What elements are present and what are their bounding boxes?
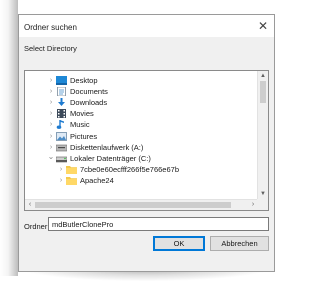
folder-tree-item[interactable]: › Desktop: [25, 75, 258, 86]
chevron-right-icon[interactable]: ›: [57, 164, 65, 175]
chevron-right-icon[interactable]: ›: [47, 131, 55, 142]
pictures-icon: [56, 131, 67, 141]
music-icon: [56, 120, 67, 130]
horizontal-scrollbar[interactable]: ‹ ›: [25, 199, 258, 210]
folder-tree-item[interactable]: ⌄ Lokaler Datenträger (C:): [25, 152, 258, 164]
browse-folder-dialog: Ordner suchen ✕ Select Directory › Deskto…: [18, 14, 275, 272]
scrollbar-corner: [257, 199, 268, 210]
folder-tree-item-label: Desktop: [70, 76, 98, 85]
chevron-down-icon[interactable]: ⌄: [47, 152, 55, 164]
chevron-right-icon[interactable]: ›: [47, 142, 55, 153]
cancel-button[interactable]: Abbrechen: [210, 236, 269, 251]
folder-tree-item-label: Downloads: [70, 98, 108, 108]
folder-tree-item[interactable]: › Documents: [25, 86, 258, 97]
folder-tree-item[interactable]: › Diskettenlaufwerk (A:): [25, 142, 258, 153]
folder-tree-item-label: 7cbe0e60ecfff266f5e766e67b: [80, 164, 179, 174]
folder-tree-item-label: Pictures: [70, 131, 98, 141]
folder-tree-item-label: Music: [70, 120, 90, 130]
dialog-description: Select Directory: [24, 44, 77, 53]
folder-icon: [66, 165, 77, 174]
horizontal-scroll-thumb[interactable]: [35, 202, 231, 208]
folder-tree-item[interactable]: › Music: [25, 119, 258, 130]
close-icon[interactable]: ✕: [256, 19, 270, 33]
folder-tree-item[interactable]: › Pictures: [25, 131, 258, 142]
downloads-icon: [56, 98, 67, 107]
folder-tree-item[interactable]: › 7cbe0e60ecfff266f5e766e67b: [25, 164, 258, 175]
folder-field-label: Ordner:: [24, 222, 50, 231]
movies-icon: [56, 109, 67, 119]
ok-button[interactable]: OK: [153, 236, 205, 251]
chevron-right-icon[interactable]: ›: [47, 97, 55, 108]
folder-tree-item[interactable]: › Apache24: [25, 175, 258, 186]
folder-tree-item-label: Documents: [70, 87, 108, 97]
vertical-scroll-thumb[interactable]: [260, 81, 266, 103]
chevron-right-icon[interactable]: ›: [57, 175, 65, 186]
floppy-drive-icon: [55, 143, 68, 152]
scroll-up-icon[interactable]: ▲: [258, 71, 268, 81]
folder-name-input[interactable]: [48, 217, 269, 231]
chevron-right-icon[interactable]: ›: [47, 86, 55, 97]
folder-tree-item[interactable]: › Movies: [25, 108, 258, 119]
scroll-down-icon[interactable]: ▼: [258, 189, 268, 199]
folder-tree-item-label: Apache24: [80, 175, 114, 185]
folder-tree-item-label: Movies: [70, 109, 94, 119]
folder-tree-item[interactable]: › Downloads: [25, 97, 258, 108]
folder-tree-item-label: Diskettenlaufwerk (A:): [70, 142, 144, 152]
documents-icon: [56, 86, 67, 97]
chevron-right-icon[interactable]: ›: [47, 75, 55, 86]
title-bar: Ordner suchen ✕: [19, 15, 274, 37]
hard-drive-icon: [55, 154, 68, 163]
vertical-scrollbar[interactable]: ▲ ▼: [257, 71, 268, 199]
page-shadow-left: [0, 0, 18, 276]
desktop-icon: [56, 76, 67, 85]
scroll-left-icon[interactable]: ‹: [25, 200, 35, 210]
folder-tree[interactable]: › Desktop › Documents › Downloads › Movies › Musi…: [24, 70, 269, 211]
folder-icon: [66, 176, 77, 185]
dialog-title: Ordner suchen: [24, 23, 77, 32]
chevron-right-icon[interactable]: ›: [47, 119, 55, 130]
folder-tree-item-label: Lokaler Datenträger (C:): [70, 153, 151, 163]
chevron-right-icon[interactable]: ›: [47, 108, 55, 119]
